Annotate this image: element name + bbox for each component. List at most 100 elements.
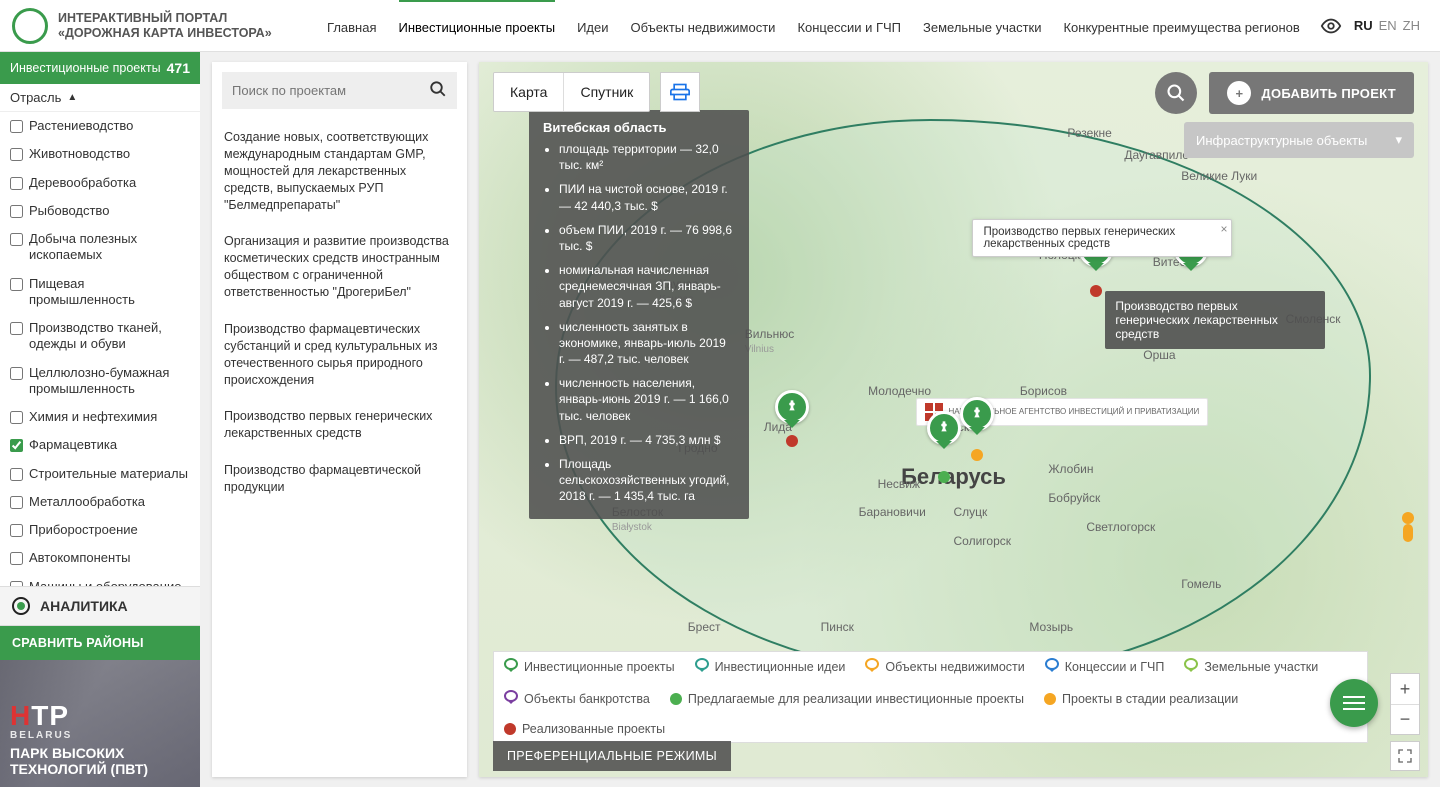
add-project-button[interactable]: + ДОБАВИТЬ ПРОЕКТ [1209,72,1414,114]
filter-checkbox[interactable] [10,367,23,380]
filter-checkbox[interactable] [10,322,23,335]
filter-item[interactable]: Фармацевтика [0,431,200,459]
nav-item[interactable]: Концессии и ГЧП [797,0,901,53]
filter-group-toggle[interactable]: Отрасль ▲ [0,84,200,112]
region-stat: численность населения, январь-июнь 2019 … [559,375,735,424]
filter-label: Растениеводство [29,118,133,134]
infrastructure-dropdown[interactable]: Инфраструктурные объекты ▾ [1184,122,1414,158]
map-pin[interactable] [775,390,809,434]
map-pin[interactable] [960,397,994,441]
map-pin[interactable] [927,411,961,455]
filter-checkbox[interactable] [10,278,23,291]
legend-label: Проекты в стадии реализации [1062,692,1238,706]
legend-item: Концессии и ГЧП [1045,658,1165,676]
filter-checkbox[interactable] [10,233,23,246]
filter-list: Растениеводство ЖивотноводствоДеревообраб… [0,112,200,586]
filter-checkbox[interactable] [10,120,23,133]
view-map-button[interactable]: Карта [494,73,563,111]
nav-item[interactable]: Идеи [577,0,608,53]
logo[interactable]: ИНТЕРАКТИВНЫЙ ПОРТАЛ «ДОРОЖНАЯ КАРТА ИНВ… [12,8,272,44]
filter-item[interactable]: Металлообработка [0,488,200,516]
projects-panel: Создание новых, соответствующих междунар… [212,62,467,777]
filter-item[interactable]: Целлюлозно-бумажная промышленность [0,359,200,404]
preferential-button[interactable]: ПРЕФЕРЕНЦИАЛЬНЫЕ РЕЖИМЫ [493,741,731,771]
filter-item[interactable]: Производство тканей, одежды и обуви [0,314,200,359]
filter-checkbox[interactable] [10,552,23,565]
filter-group-label: Отрасль [10,90,61,105]
filter-item[interactable]: Животноводство [0,140,200,168]
filter-item[interactable]: Строительные материалы [0,460,200,488]
map-view-toggle: Карта Спутник [493,72,650,112]
nav-item[interactable]: Объекты недвижимости [631,0,776,53]
zoom-in-button[interactable]: + [1391,674,1419,704]
project-item[interactable]: Организация и развитие производства косм… [224,223,455,311]
map-search-button[interactable] [1155,72,1197,114]
legend-item: Предлагаемые для реализации инвестиционн… [670,690,1024,708]
project-item[interactable]: Производство первых генерических лекарст… [224,398,455,452]
filter-item[interactable]: Химия и нефтехимия [0,403,200,431]
search-input[interactable] [232,83,429,98]
filter-item[interactable]: Пищевая промышленность [0,270,200,315]
lang-option[interactable]: EN [1379,18,1397,33]
filter-item[interactable]: Деревообработка [0,169,200,197]
promo-logo: НТР [10,703,190,728]
filter-label: Целлюлозно-бумажная промышленность [29,365,190,398]
close-icon[interactable]: × [1220,222,1227,236]
project-item[interactable]: Производство фармацевтических субстанций… [224,311,455,399]
project-item[interactable]: Создание новых, соответствующих междунар… [224,119,455,223]
filter-label: Машины и оборудование [29,579,181,587]
documents-fab[interactable] [1330,679,1378,727]
legend-pin-icon [865,658,879,676]
filter-checkbox[interactable] [10,496,23,509]
filter-checkbox[interactable] [10,524,23,537]
view-satellite-button[interactable]: Спутник [563,73,649,111]
lang-option[interactable]: ZH [1403,18,1420,33]
logo-icon [12,8,48,44]
promo-card[interactable]: НТР BELARUS ПАРК ВЫСОКИХ ТЕХНОЛОГИЙ (ПВТ… [0,660,200,787]
filter-item[interactable]: Приборостроение [0,516,200,544]
map-dot-red[interactable] [786,435,798,447]
region-stat: Площадь сельскохозяйственных угодий, 201… [559,456,735,505]
legend-dot-icon [670,693,682,705]
tooltip-dark-text: Производство первых генерических лекарст… [1115,299,1278,341]
lang-option[interactable]: RU [1354,18,1373,33]
nav-item[interactable]: Конкурентные преимущества регионов [1063,0,1299,53]
project-item[interactable]: Производство фармацевтической продукции [224,452,455,506]
legend-pin-icon [504,690,518,708]
nav-item[interactable]: Инвестиционные проекты [399,0,556,53]
sidebar-header: Инвестиционные проекты 471 [0,52,200,84]
filter-item[interactable]: Рыбоводство [0,197,200,225]
accessibility-icon[interactable] [1320,15,1342,37]
filter-checkbox[interactable] [10,205,23,218]
filter-item[interactable]: Добыча полезных ископаемых [0,225,200,270]
analytics-button[interactable]: АНАЛИТИКА [0,586,200,626]
zoom-control: + − [1390,673,1420,735]
filter-checkbox[interactable] [10,439,23,452]
menu-icon [1343,702,1365,704]
zoom-out-button[interactable]: − [1391,704,1419,734]
filter-item[interactable]: Автокомпоненты [0,544,200,572]
map-dot-red[interactable] [1090,285,1102,297]
filter-checkbox[interactable] [10,468,23,481]
legend-label: Инвестиционные проекты [524,660,675,674]
project-list: Создание новых, соответствующих междунар… [212,119,467,518]
print-button[interactable] [660,72,700,112]
sidebar-title: Инвестиционные проекты [10,61,161,75]
compare-button[interactable]: СРАВНИТЬ РАЙОНЫ [0,626,200,660]
filter-item[interactable]: Машины и оборудование [0,573,200,587]
filter-item[interactable]: Растениеводство [0,112,200,140]
filter-checkbox[interactable] [10,177,23,190]
nav-item[interactable]: Земельные участки [923,0,1041,53]
search-icon[interactable] [429,80,447,101]
logo-text: ИНТЕРАКТИВНЫЙ ПОРТАЛ «ДОРОЖНАЯ КАРТА ИНВ… [58,11,272,40]
streetview-pegman[interactable] [1398,512,1418,546]
legend-label: Концессии и ГЧП [1065,660,1165,674]
fullscreen-button[interactable] [1390,741,1420,771]
map-dot-orange[interactable] [971,449,983,461]
language-switcher: RU EN ZH [1354,18,1420,33]
logo-title-line2: «ДОРОЖНАЯ КАРТА ИНВЕСТОРА» [58,26,272,40]
map-dot-green[interactable] [938,471,950,483]
nav-item[interactable]: Главная [327,0,376,53]
filter-checkbox[interactable] [10,411,23,424]
filter-checkbox[interactable] [10,148,23,161]
